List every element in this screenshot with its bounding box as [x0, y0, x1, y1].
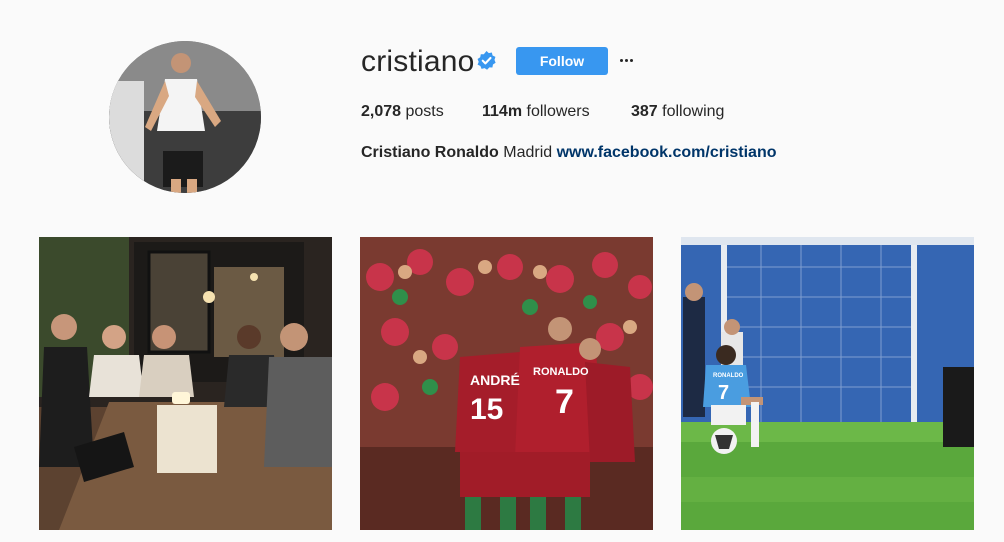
shirt-number: 7 — [718, 382, 729, 404]
following-count-value: 387 — [631, 103, 658, 120]
ellipsis-icon[interactable] — [617, 48, 637, 72]
posts-count-value: 2,078 — [361, 103, 402, 120]
followers-label: followers — [526, 103, 590, 120]
profile-bio: Cristiano Ronaldo Madrid www.facebook.co… — [361, 143, 777, 163]
followers-count-value: 114m — [482, 103, 523, 120]
posts-label: posts — [405, 103, 444, 120]
follow-button[interactable]: Follow — [516, 47, 608, 75]
shirt-a-number: 15 — [470, 393, 503, 426]
following-label: following — [662, 103, 725, 120]
post-thumbnail-1[interactable] — [39, 237, 332, 530]
shirt-a-name: ANDRÉ — [470, 372, 520, 388]
full-name: Cristiano Ronaldo — [361, 144, 499, 161]
profile-username: cristiano — [361, 45, 475, 78]
following-link[interactable]: 387 following — [631, 102, 724, 122]
post-thumbnail-2[interactable]: ANDRÉ 15 RONALDO 7 — [360, 237, 653, 530]
shirt-b-number: 7 — [555, 383, 574, 421]
bio-text: Madrid — [503, 144, 553, 161]
verified-badge-icon — [477, 51, 496, 70]
shirt-name: RONALDO — [713, 373, 744, 379]
post-thumbnail-3[interactable]: RONALDO 7 — [681, 237, 974, 530]
posts-count: 2,078 posts — [361, 102, 444, 122]
bio-link[interactable]: www.facebook.com/cristiano — [557, 144, 777, 161]
avatar[interactable] — [109, 41, 261, 193]
shirt-b-name: RONALDO — [533, 366, 589, 378]
followers-link[interactable]: 114m followers — [482, 102, 590, 122]
